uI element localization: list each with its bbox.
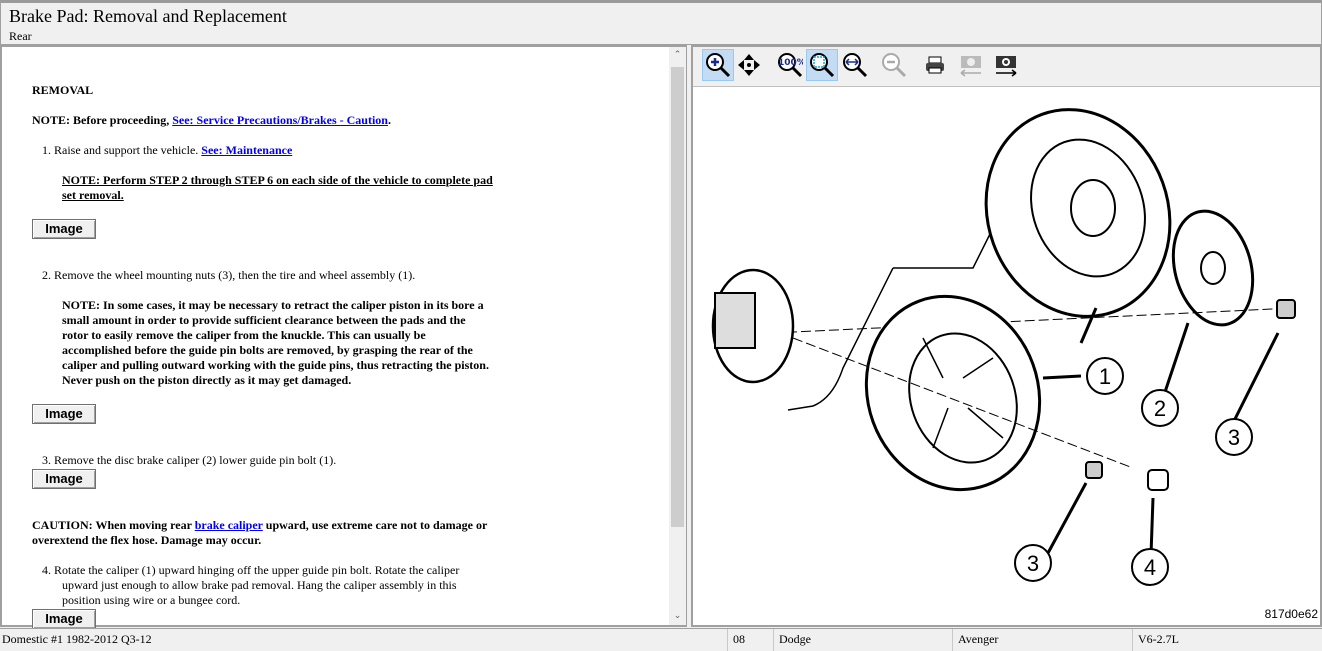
- zoom-fit-icon: [810, 53, 835, 78]
- camera-back-icon: [960, 56, 981, 77]
- previous-image-button[interactable]: [955, 49, 987, 81]
- callout-4: 4: [1131, 548, 1169, 586]
- next-image-button[interactable]: [990, 49, 1022, 81]
- caution-text: upward, use extreme care not to damage o…: [262, 518, 488, 532]
- page-title: Brake Pad: Removal and Replacement: [9, 6, 287, 26]
- svg-text:100%: 100%: [778, 58, 803, 68]
- zoom-out-button[interactable]: [878, 49, 910, 81]
- pan-button[interactable]: [733, 49, 765, 81]
- step-1-note: NOTE: Perform STEP 2 through STEP 6 on e…: [62, 173, 493, 187]
- status-source: Domestic #1 1982-2012 Q3-12: [2, 632, 152, 646]
- printer-icon: [926, 56, 944, 74]
- zoom-out-icon: [882, 53, 907, 78]
- step-4: upward just enough to allow brake pad re…: [62, 578, 457, 592]
- pan-icon: [738, 54, 760, 76]
- step-3: 3. Remove the disc brake caliper (2) low…: [42, 453, 337, 467]
- callout-3: 3: [1215, 418, 1253, 456]
- diagram-code: 817d0e62: [1265, 607, 1319, 621]
- zoom-in-icon: [706, 53, 731, 78]
- step-2-note: accomplished before the guide pin bolts …: [62, 343, 473, 357]
- callout-3b: 3: [1014, 544, 1052, 582]
- svg-text:3: 3: [1027, 551, 1039, 576]
- caution-line-2: overextend the flex hose. Damage may occ…: [32, 533, 262, 547]
- step-2-note: NOTE: In some cases, it may be necessary…: [62, 298, 484, 312]
- svg-text:4: 4: [1144, 555, 1156, 580]
- image-viewer: 100% 1 2 3 3 4 817d0e62: [691, 45, 1322, 627]
- step-1: 1. Raise and support the vehicle. See: M…: [42, 143, 292, 158]
- page-subtitle: Rear: [9, 29, 32, 43]
- scroll-down-arrow[interactable]: ⌄: [669, 608, 686, 625]
- zoom-width-icon: [843, 53, 868, 78]
- step-1-note: set removal.: [62, 188, 124, 202]
- zoom-fit-button[interactable]: [806, 49, 838, 81]
- svg-text:1: 1: [1099, 364, 1111, 389]
- service-precautions-link[interactable]: See: Service Precautions/Brakes - Cautio…: [172, 113, 388, 127]
- viewer-toolbar: 100%: [693, 47, 1320, 87]
- step-2-note: small amount in order to provide suffici…: [62, 313, 466, 327]
- scroll-thumb[interactable]: [671, 67, 684, 527]
- status-bar: Domestic #1 1982-2012 Q3-12 08 Dodge Ave…: [0, 628, 1322, 651]
- maintenance-link[interactable]: See: Maintenance: [201, 143, 292, 157]
- callout-1: 1: [1086, 357, 1124, 395]
- image-button-1[interactable]: Image: [32, 219, 96, 239]
- zoom-100-button[interactable]: 100%: [773, 49, 805, 81]
- scroll-up-arrow[interactable]: ⌃: [669, 47, 686, 64]
- status-model: Avenger: [958, 632, 999, 646]
- step-2-note: rotor to easily remove the caliper from …: [62, 328, 426, 342]
- divider: [952, 629, 953, 651]
- step-4: position using wire or a bungee cord.: [62, 593, 241, 607]
- svg-text:2: 2: [1154, 396, 1166, 421]
- wheel-removal-diagram: 1 2 3 3 4 817d0e62: [711, 108, 1319, 621]
- image-button-3[interactable]: Image: [32, 469, 96, 489]
- zoom-in-button[interactable]: [702, 49, 734, 81]
- status-year: 08: [733, 632, 745, 646]
- note-precautions: NOTE: Before proceeding, See: Service Pr…: [32, 113, 391, 128]
- step-2: 2. Remove the wheel mounting nuts (3), t…: [42, 268, 416, 282]
- camera-forward-icon: [996, 56, 1017, 77]
- divider: [773, 629, 774, 651]
- vertical-scrollbar[interactable]: ⌃ ⌄: [669, 47, 686, 625]
- procedure-pane[interactable]: REMOVAL NOTE: Before proceeding, See: Se…: [0, 45, 687, 629]
- zoom-100-icon: 100%: [778, 53, 803, 78]
- divider: [727, 629, 728, 651]
- divider: [1132, 629, 1133, 651]
- callout-2: 2: [1141, 389, 1179, 427]
- brake-caliper-link[interactable]: brake caliper: [195, 518, 263, 532]
- caution: CAUTION: When moving rear brake caliper …: [32, 518, 487, 533]
- step-2-note: caliper and pulling outward working with…: [62, 358, 489, 372]
- print-button[interactable]: [919, 49, 951, 81]
- step-2-note: Never push on the piston directly as it …: [62, 373, 352, 387]
- status-make: Dodge: [779, 632, 811, 646]
- note-text: NOTE: Before proceeding,: [32, 113, 173, 127]
- image-button-2[interactable]: Image: [32, 404, 96, 424]
- svg-text:3: 3: [1228, 425, 1240, 450]
- note-text: .: [387, 113, 391, 127]
- image-button-4[interactable]: Image: [32, 609, 96, 629]
- title-bar: Brake Pad: Removal and Replacement Rear: [0, 0, 1322, 45]
- step-text: 1. Raise and support the vehicle.: [42, 143, 202, 157]
- zoom-width-button[interactable]: [839, 49, 871, 81]
- section-heading: REMOVAL: [32, 83, 94, 97]
- step-4: 4. Rotate the caliper (1) upward hinging…: [42, 563, 460, 577]
- caution-text: CAUTION: When moving rear: [32, 518, 195, 532]
- status-engine: V6-2.7L: [1138, 632, 1179, 646]
